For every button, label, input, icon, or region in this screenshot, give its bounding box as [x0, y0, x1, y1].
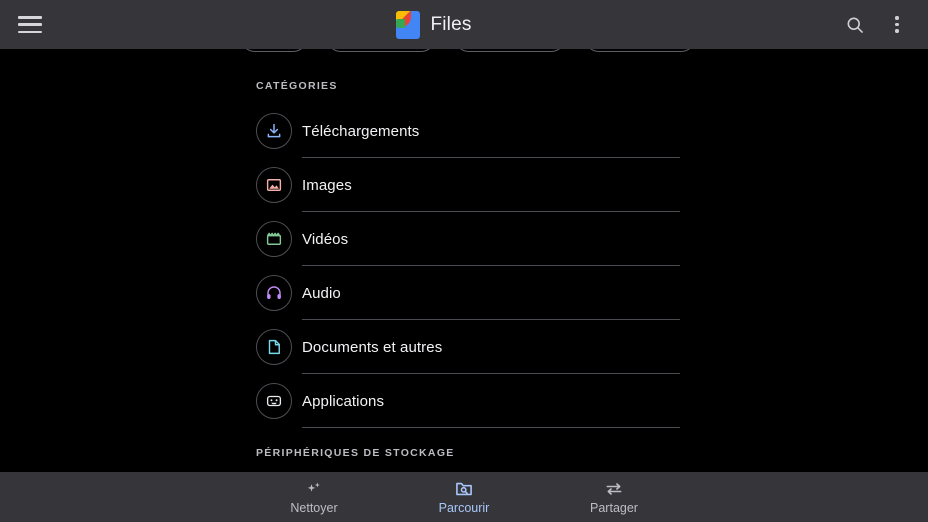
categories-list: Téléchargements Images Vidéos Audio Docu… — [0, 104, 928, 428]
more-vert-icon[interactable] — [880, 8, 914, 42]
video-icon — [256, 221, 292, 257]
category-label: Applications — [302, 392, 385, 410]
row-divider — [302, 427, 680, 428]
category-row-downloads[interactable]: Téléchargements — [0, 104, 928, 158]
category-row-audio[interactable]: Audio — [0, 266, 928, 320]
category-row-apps[interactable]: Applications — [0, 374, 928, 428]
category-label: Documents et autres — [302, 338, 443, 356]
nav-item-share[interactable]: Partager — [539, 479, 689, 515]
app-bar-actions — [808, 8, 928, 42]
files-logo — [396, 10, 421, 39]
category-label: Images — [302, 176, 352, 194]
nav-label: Nettoyer — [290, 501, 338, 515]
download-icon — [256, 113, 292, 149]
category-label: Audio — [302, 284, 341, 302]
android-apps-icon — [256, 383, 292, 419]
bottom-navigation-bar: Nettoyer Parcourir Partager — [0, 472, 928, 522]
headphones-icon — [256, 275, 292, 311]
category-label: Vidéos — [302, 230, 349, 248]
sparkle-clean-icon — [303, 479, 325, 499]
document-icon — [256, 329, 292, 365]
hamburger-menu-icon[interactable] — [18, 16, 42, 33]
storage-section-label: PÉRIPHÉRIQUES DE STOCKAGE — [256, 447, 455, 459]
category-row-videos[interactable]: Vidéos — [0, 212, 928, 266]
nav-label: Parcourir — [438, 501, 490, 515]
category-label: Téléchargements — [302, 122, 420, 140]
image-icon — [256, 167, 292, 203]
nav-label: Partager — [590, 501, 638, 515]
search-icon[interactable] — [838, 8, 872, 42]
app-bar: Files — [0, 0, 928, 49]
category-row-documents[interactable]: Documents et autres — [0, 320, 928, 374]
folder-search-icon — [453, 479, 475, 499]
page-title: Files — [430, 13, 472, 35]
category-row-images[interactable]: Images — [0, 158, 928, 212]
files-app-screen: Files CATÉGORIES Téléchargements Images … — [0, 0, 928, 522]
scroll-content: CATÉGORIES Téléchargements Images Vidéos… — [0, 49, 928, 472]
swap-arrows-share-icon — [603, 479, 625, 499]
nav-item-clean[interactable]: Nettoyer — [239, 479, 389, 515]
nav-item-browse[interactable]: Parcourir — [389, 479, 539, 515]
categories-section-label: CATÉGORIES — [256, 80, 338, 92]
app-bar-title-group: Files — [60, 10, 808, 39]
app-bar-left — [0, 16, 60, 33]
